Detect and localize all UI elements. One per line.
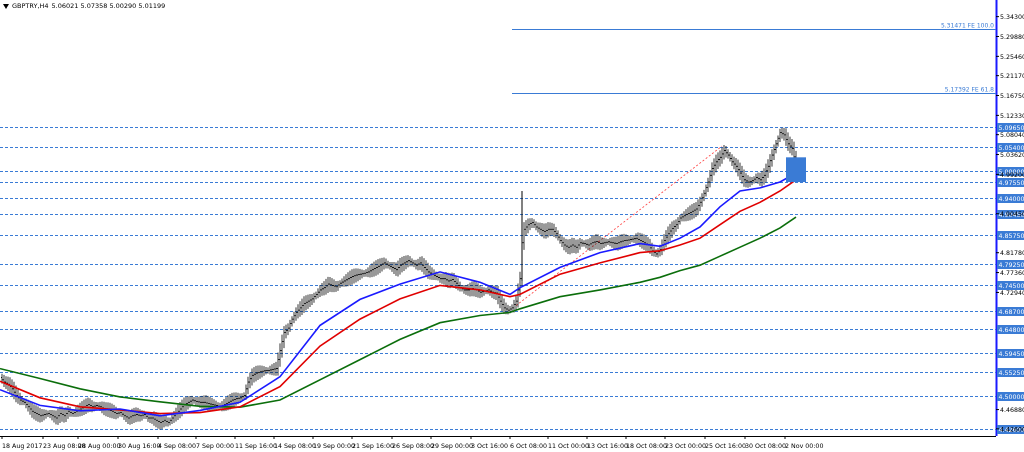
x-tick-label: 28 Aug 00:00: [78, 443, 120, 450]
price-chart[interactable]: 5.096505.054005.000004.975504.940004.904…: [0, 0, 1024, 452]
current-price-marker: [786, 157, 806, 183]
x-tick-label: 14 Sep 08:00: [274, 443, 316, 450]
x-tick-label: 2 Nov 00:00: [785, 443, 823, 450]
x-tick-label: 11 Oct 00:00: [548, 443, 589, 450]
fib-level-label: 5.17392 FE 61.8: [945, 87, 994, 94]
x-tick-label: 4 Sep 08:00: [158, 443, 196, 450]
level-price-label: 4.55250: [999, 370, 1024, 377]
x-tick-label: 7 Sep 00:00: [196, 443, 234, 450]
y-tick-label: 5.03620: [1000, 152, 1024, 159]
y-tick-label: 4.90450: [1000, 211, 1024, 218]
level-price-label: 4.64800: [999, 327, 1024, 334]
y-tick-label: 4.99200: [1000, 172, 1024, 179]
y-tick-label: 5.21170: [1000, 73, 1024, 80]
x-tick-label: 26 Sep 08:00: [392, 443, 434, 450]
level-price-label: 4.97550: [999, 180, 1024, 187]
x-tick-label: 13 Oct 16:00: [587, 443, 628, 450]
level-price-label: 5.05400: [999, 145, 1024, 152]
y-tick-label: 4.77360: [1000, 270, 1024, 277]
chart-window[interactable]: 5.09650 5.05400 5.00000 4.97550 4.94000 4.904…: [0, 0, 1024, 452]
dropdown-triangle-icon[interactable]: [3, 3, 9, 9]
level-price-label: 4.50000: [999, 394, 1024, 401]
x-tick-label: 19 Sep 00:00: [313, 443, 355, 450]
level-price-label: 4.59450: [999, 351, 1024, 358]
x-tick-label: 23 Oct 00:00: [665, 443, 706, 450]
level-price-label: 4.79250: [999, 262, 1024, 269]
chart-header: GBPTRY,H4 5.06021 5.07358 5.00290 5.0119…: [3, 2, 165, 10]
symbol-label: GBPTRY,H4: [12, 2, 49, 10]
y-tick-label: 5.34300: [1000, 14, 1024, 21]
x-tick-label: 30 Aug 16:00: [118, 443, 160, 450]
x-tick-label: 3 Oct 16:00: [471, 443, 508, 450]
ohlc-values: 5.06021 5.07358 5.00290 5.01199: [51, 2, 166, 10]
x-tick-label: 18 Aug 2017: [2, 443, 42, 450]
x-tick-label: 30 Oct 08:00: [745, 443, 786, 450]
x-tick-label: 21 Sep 16:00: [352, 443, 394, 450]
chart-background: [0, 0, 1024, 452]
y-tick-label: 4.81780: [1000, 250, 1024, 257]
fib-level-label: 5.31471 FE 100.0: [941, 23, 994, 30]
x-tick-label: 18 Oct 08:00: [626, 443, 667, 450]
y-tick-label: 5.12330: [1000, 113, 1024, 120]
x-tick-label: 29 Sep 00:00: [431, 443, 473, 450]
y-tick-label: 5.16750: [1000, 93, 1024, 100]
level-price-label: 4.68700: [999, 309, 1024, 316]
x-tick-label: 11 Sep 16:00: [235, 443, 277, 450]
y-tick-label: 5.29880: [1000, 34, 1024, 41]
y-tick-label: 5.08040: [1000, 132, 1024, 139]
y-tick-label: 4.42600: [1000, 426, 1024, 433]
y-tick-label: 4.46880: [1000, 407, 1024, 414]
level-price-label: 4.94000: [999, 196, 1024, 203]
level-price-label: 4.85750: [999, 233, 1024, 240]
y-tick-label: 5.25460: [1000, 54, 1024, 61]
level-price-label: 5.09650: [999, 125, 1024, 132]
x-tick-label: 6 Oct 08:00: [510, 443, 547, 450]
y-tick-label: 4.72940: [1000, 290, 1024, 297]
x-tick-label: 25 Oct 16:00: [705, 443, 746, 450]
